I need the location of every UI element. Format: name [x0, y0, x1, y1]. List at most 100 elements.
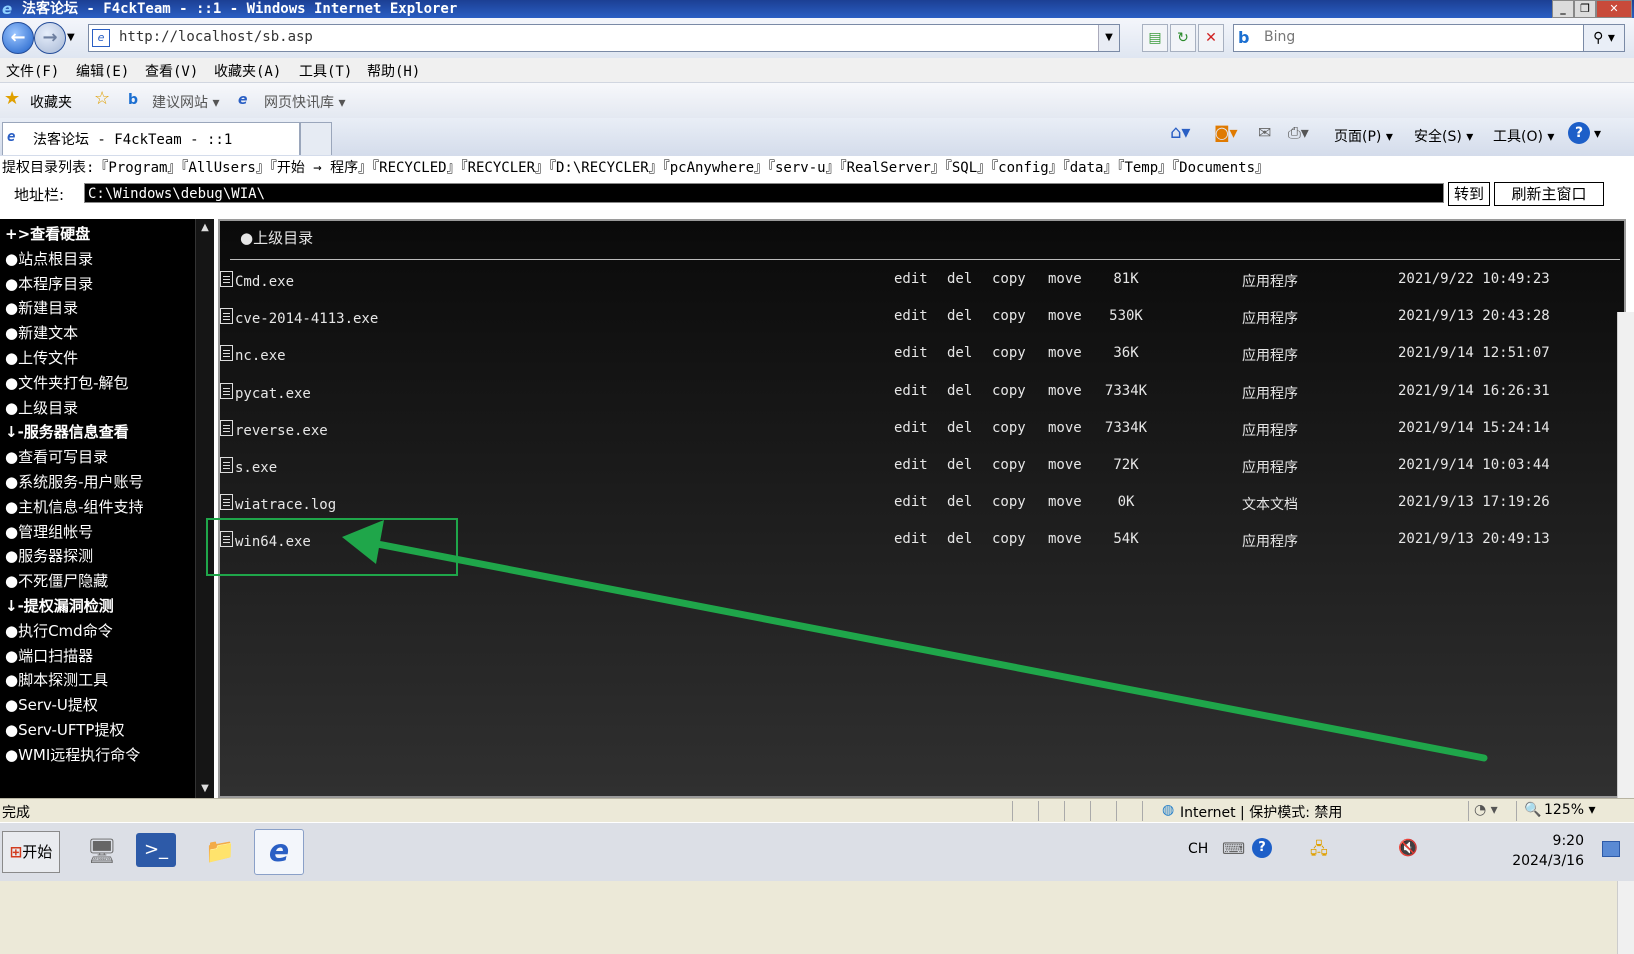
edit-link[interactable]: edit	[894, 457, 928, 473]
add-favorite-icon[interactable]: ☆	[94, 88, 110, 109]
ie-taskbar-icon[interactable]: e	[254, 829, 304, 875]
start-button[interactable]: ⊞开始	[2, 831, 60, 873]
delete-link[interactable]: del	[947, 457, 972, 473]
file-name-link[interactable]: nc.exe	[220, 345, 286, 364]
nav-link[interactable]: ●服务器探测	[5, 545, 93, 566]
file-name-link[interactable]: s.exe	[220, 457, 277, 476]
address-dropdown[interactable]: ▼	[1098, 25, 1119, 51]
address-bar[interactable]: e http://localhost/sb.asp ▼	[88, 24, 1120, 52]
help-tray-icon[interactable]: ?	[1252, 838, 1272, 858]
delete-link[interactable]: del	[947, 308, 972, 324]
copy-link[interactable]: copy	[992, 308, 1026, 324]
restore-button[interactable]: ❐	[1574, 0, 1596, 18]
move-link[interactable]: move	[1048, 457, 1082, 473]
delete-link[interactable]: del	[947, 271, 972, 287]
favorites-button[interactable]: 收藏夹	[30, 92, 72, 112]
explorer-icon[interactable]: 📁	[196, 829, 244, 873]
forward-button[interactable]: →	[34, 22, 66, 54]
file-name-link[interactable]: Cmd.exe	[220, 271, 294, 290]
server-manager-icon[interactable]: 🖥	[78, 829, 126, 873]
feeds-icon[interactable]: ◙▾	[1214, 123, 1238, 142]
file-name-link[interactable]: wiatrace.log	[220, 494, 336, 513]
nav-link[interactable]: ●执行Cmd命令	[5, 620, 113, 641]
nav-link[interactable]: ●不死僵尸隐藏	[5, 570, 108, 591]
copy-link[interactable]: copy	[992, 531, 1026, 547]
nav-link[interactable]: ●新建文本	[5, 322, 78, 343]
nav-link[interactable]: ●本程序目录	[5, 273, 93, 294]
nav-link[interactable]: ●Serv-U提权	[5, 694, 98, 715]
move-link[interactable]: move	[1048, 271, 1082, 287]
nav-section-header[interactable]: ↓-服务器信息查看	[5, 421, 129, 442]
nav-section-header[interactable]: ↓-提权漏洞检测	[5, 595, 114, 616]
edit-link[interactable]: edit	[894, 308, 928, 324]
nav-link[interactable]: ●新建目录	[5, 297, 78, 318]
help-icon[interactable]: ?	[1568, 122, 1590, 144]
left-nav-scrollbar[interactable]: ▲ ▼	[195, 219, 214, 798]
edit-link[interactable]: edit	[894, 420, 928, 436]
nav-link[interactable]: ●脚本探测工具	[5, 669, 108, 690]
stop-icon[interactable]: ✕	[1198, 24, 1224, 52]
copy-link[interactable]: copy	[992, 345, 1026, 361]
menu-help[interactable]: 帮助(H)	[367, 61, 420, 81]
edit-link[interactable]: edit	[894, 494, 928, 510]
new-tab-button[interactable]	[300, 122, 332, 155]
nav-link[interactable]: ●站点根目录	[5, 248, 93, 269]
back-button[interactable]: ←	[2, 22, 34, 54]
network-icon[interactable]: 🖧	[1310, 838, 1328, 865]
scroll-up-arrow[interactable]: ▲	[199, 222, 211, 234]
nav-link[interactable]: ●Serv-UFTP提权	[5, 719, 124, 740]
volume-muted-icon[interactable]: 🔇	[1398, 838, 1418, 857]
safety-menu[interactable]: 安全(S) ▾	[1414, 126, 1473, 146]
path-input[interactable]: C:\Windows\debug\WIA\	[84, 183, 1444, 203]
file-name-link[interactable]: reverse.exe	[220, 419, 328, 439]
delete-link[interactable]: del	[947, 494, 972, 510]
nav-link[interactable]: ●文件夹打包-解包	[5, 372, 129, 393]
scroll-down-arrow[interactable]: ▼	[199, 783, 211, 795]
compatibility-view-icon[interactable]: ▤	[1142, 24, 1168, 52]
go-button[interactable]: 转到	[1448, 182, 1490, 206]
menu-view[interactable]: 查看(V)	[145, 61, 198, 81]
quick-directory-list[interactable]: 提权目录列表:『Program』『AllUsers』『开始 → 程序』『RECY…	[2, 157, 1269, 177]
clock[interactable]: 9:20 2024/3/16	[1512, 831, 1584, 871]
security-zone[interactable]: Internet | 保护模式: 禁用	[1180, 802, 1342, 822]
menu-edit[interactable]: 编辑(E)	[76, 61, 129, 81]
nav-link[interactable]: ●查看可写目录	[5, 446, 108, 467]
nav-link[interactable]: ●管理组帐号	[5, 521, 93, 542]
nav-section-header[interactable]: +>查看硬盘	[5, 223, 90, 244]
delete-link[interactable]: del	[947, 531, 972, 547]
page-menu[interactable]: 页面(P) ▾	[1334, 126, 1393, 146]
copy-link[interactable]: copy	[992, 383, 1026, 399]
refresh-icon[interactable]: ↻	[1170, 24, 1196, 52]
file-name-link[interactable]: cve-2014-4113.exe	[220, 308, 378, 327]
suggested-sites-button[interactable]: 建议网站 ▾	[152, 92, 219, 112]
show-desktop-icon[interactable]	[1602, 841, 1620, 857]
edit-link[interactable]: edit	[894, 531, 928, 547]
menu-tools[interactable]: 工具(T)	[299, 61, 352, 81]
move-link[interactable]: move	[1048, 308, 1082, 324]
nav-link[interactable]: ●端口扫描器	[5, 645, 93, 666]
parent-directory-link[interactable]: ●上级目录	[240, 227, 313, 248]
menu-file[interactable]: 文件(F)	[6, 61, 59, 81]
copy-link[interactable]: copy	[992, 494, 1026, 510]
copy-link[interactable]: copy	[992, 457, 1026, 473]
nav-link[interactable]: ●主机信息-组件支持	[5, 496, 144, 517]
recent-pages-dropdown[interactable]: ▼	[67, 32, 75, 43]
delete-link[interactable]: del	[947, 383, 972, 399]
move-link[interactable]: move	[1048, 345, 1082, 361]
move-link[interactable]: move	[1048, 383, 1082, 399]
nav-link[interactable]: ●上级目录	[5, 397, 78, 418]
edit-link[interactable]: edit	[894, 345, 928, 361]
print-icon[interactable]: ⎙▾	[1288, 123, 1309, 143]
move-link[interactable]: move	[1048, 494, 1082, 510]
mail-icon[interactable]: ✉	[1258, 123, 1271, 142]
copy-link[interactable]: copy	[992, 420, 1026, 436]
popup-icon[interactable]: ◔ ▾	[1474, 802, 1498, 818]
copy-link[interactable]: copy	[992, 271, 1026, 287]
minimize-button[interactable]: _	[1552, 0, 1574, 18]
nav-link[interactable]: ●WMI远程执行命令	[5, 744, 140, 765]
tools-menu[interactable]: 工具(O) ▾	[1493, 126, 1554, 146]
search-button[interactable]: ⚲ ▾	[1583, 24, 1625, 52]
nav-link[interactable]: ●系统服务-用户账号	[5, 471, 144, 492]
help-dropdown[interactable]: ▾	[1594, 126, 1601, 142]
move-link[interactable]: move	[1048, 420, 1082, 436]
